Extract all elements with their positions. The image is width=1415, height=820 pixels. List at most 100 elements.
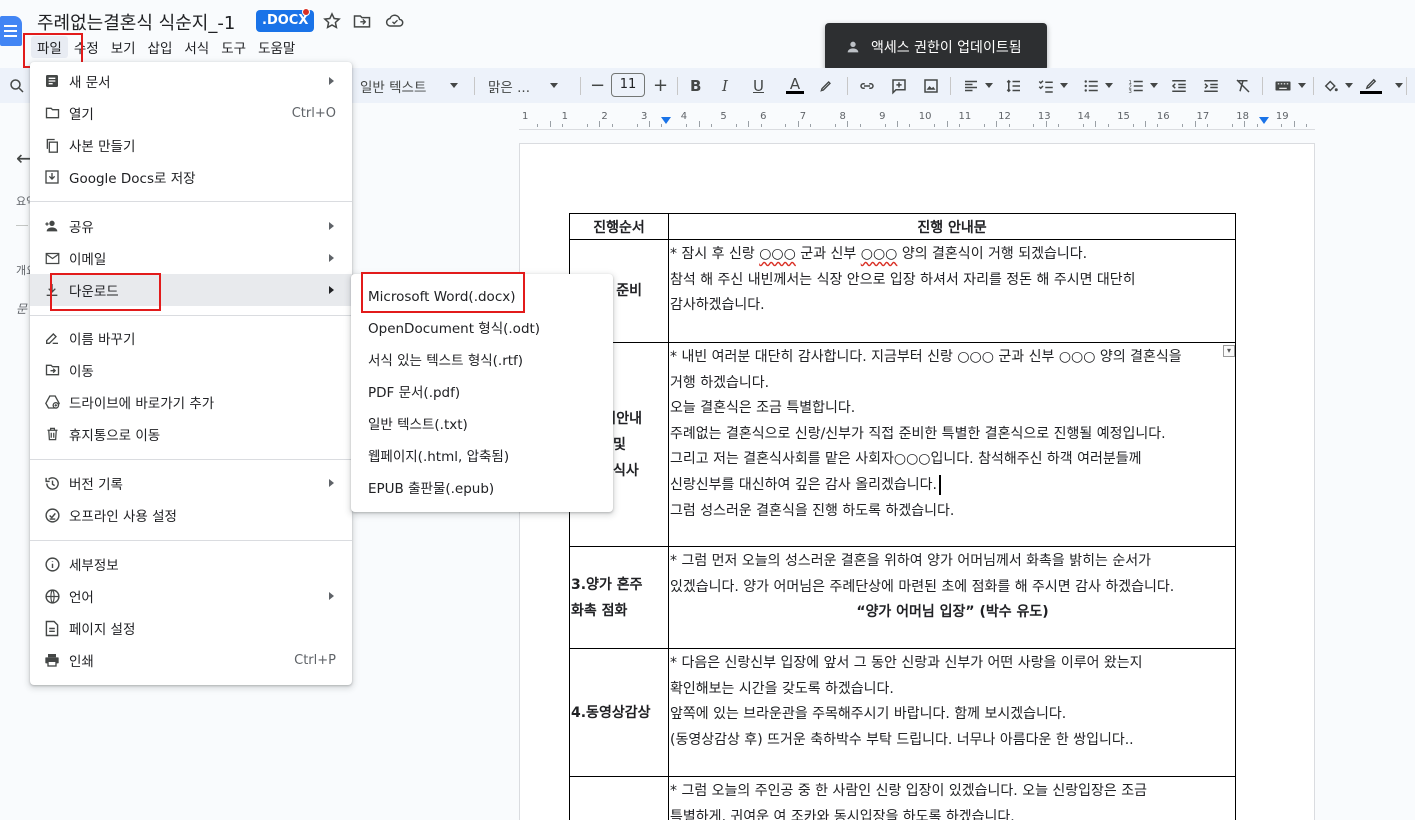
menu-item-email[interactable]: 이메일 xyxy=(30,242,352,274)
table-row[interactable]: 3.양가 혼주 화촉 점화 * 그럼 먼저 오늘의 성스러운 결혼을 위하여 양… xyxy=(569,546,1236,649)
ruler[interactable]: 1 1 2 3 4 5 6 7 8 9 10 11 12 13 14 15 16 17 18 19 xyxy=(519,110,1315,130)
chevron-down-icon[interactable] xyxy=(1390,68,1403,103)
border-color-icon[interactable] xyxy=(1360,68,1382,103)
checklist-icon[interactable] xyxy=(1037,68,1068,103)
menu-item-share[interactable]: 공유 xyxy=(30,210,352,242)
ruler-number: 9 xyxy=(879,111,886,122)
menu-item-page-setup[interactable]: 페이지 설정 xyxy=(30,612,352,644)
table-row[interactable]: 준비 * 잠시 후 신랑 ○○○ 군과 신부 ○○○ 양의 결혼식이 거행 되겠… xyxy=(569,239,1236,343)
download-pdf[interactable]: PDF 문서(.pdf) xyxy=(368,377,460,409)
page-setup-icon xyxy=(42,618,62,638)
document-title[interactable]: 주례없는결혼식 식순지_-1 xyxy=(37,9,235,35)
ruler-tick xyxy=(661,124,663,127)
insert-image-icon[interactable] xyxy=(922,68,940,103)
download-html[interactable]: 웹페이지(.html, 압축됨) xyxy=(368,441,509,473)
line-spacing-icon[interactable] xyxy=(1005,68,1023,103)
cell-menu-icon[interactable]: ▾ xyxy=(1223,345,1235,357)
download-epub[interactable]: EPUB 출판물(.epub) xyxy=(368,473,494,505)
cloud-status-icon[interactable] xyxy=(385,11,405,31)
content-cell[interactable]: * 다음은 신랑신부 입장에 앞서 그 동안 신랑과 신부가 어떤 사랑을 이루… xyxy=(668,648,1236,777)
menu-view[interactable]: 보기 xyxy=(105,36,142,58)
search-menus-icon[interactable] xyxy=(8,68,26,103)
ruler-tick xyxy=(1107,124,1109,127)
ruler-tick xyxy=(686,124,688,127)
content-line: 앞쪽에 있는 브라운관을 주목해주시기 바랍니다. 함께 보시겠습니다. xyxy=(670,706,1067,723)
step-cell[interactable] xyxy=(569,776,669,820)
highlight-pen-icon[interactable] xyxy=(818,68,834,103)
menu-item-print[interactable]: 인쇄 Ctrl+P xyxy=(30,644,352,676)
increase-font-size-button[interactable]: + xyxy=(653,68,668,103)
decrease-indent-icon[interactable] xyxy=(1170,68,1188,103)
download-txt[interactable]: 일반 텍스트(.txt) xyxy=(368,409,468,441)
decrease-font-size-button[interactable]: − xyxy=(590,68,605,103)
menu-item-move[interactable]: 이동 xyxy=(30,354,352,386)
move-folder-icon[interactable] xyxy=(352,11,372,31)
ruler-number: 19 xyxy=(1275,111,1289,122)
menu-item-offline[interactable]: 오프라인 사용 설정 xyxy=(30,499,352,531)
menu-item-version-history[interactable]: 버전 기록 xyxy=(30,467,352,499)
text-color-icon[interactable]: A xyxy=(786,68,804,103)
person-add-icon xyxy=(42,216,62,236)
paragraph-style-value: 일반 텍스트 xyxy=(360,79,427,96)
copy-icon xyxy=(42,135,62,155)
content-cell[interactable]: ▾ * 내빈 여러분 대단히 감사합니다. 지금부터 신랑 ○○○ 군과 신부 … xyxy=(668,342,1236,547)
header-content: 진행 안내문 xyxy=(668,213,1236,240)
menu-format[interactable]: 서식 xyxy=(178,36,215,58)
fill-color-icon[interactable] xyxy=(1322,68,1353,103)
ruler-tick xyxy=(1008,124,1010,127)
numbered-list-icon[interactable]: 123 xyxy=(1127,68,1158,103)
keyboard-icon[interactable] xyxy=(1273,68,1306,103)
font-family-select[interactable]: 맑은 ... xyxy=(488,68,559,103)
bold-icon[interactable]: B xyxy=(690,68,701,103)
content-cell[interactable]: * 그럼 먼저 오늘의 성스러운 결혼을 위하여 양가 어머님께서 화촉을 밝히… xyxy=(668,546,1236,649)
menu-item-open[interactable]: 열기 Ctrl+O xyxy=(30,97,352,129)
content-cell[interactable]: * 잠시 후 신랑 ○○○ 군과 신부 ○○○ 양의 결혼식이 거행 되겠습니다… xyxy=(668,239,1236,343)
ruler-tick xyxy=(636,124,638,127)
ruler-tick xyxy=(537,124,539,127)
document-page[interactable]: 진행순서 진행 안내문 준비 * 잠시 후 신랑 ○○○ 군과 신부 ○○○ 양… xyxy=(519,143,1315,820)
ruler-number: 5 xyxy=(720,111,727,122)
menu-insert[interactable]: 삽입 xyxy=(142,36,179,58)
clear-formatting-icon[interactable] xyxy=(1234,68,1252,103)
menu-item-add-shortcut[interactable]: 드라이브에 바로가기 추가 xyxy=(30,386,352,418)
content-line: 신랑신부를 대신하여 깊은 감사 올리겠습니다. xyxy=(670,473,1235,499)
link-icon[interactable] xyxy=(858,68,876,103)
menu-help[interactable]: 도움말 xyxy=(252,36,301,58)
menu-item-details[interactable]: 세부정보 xyxy=(30,548,352,580)
download-odt[interactable]: OpenDocument 형식(.odt) xyxy=(368,313,540,345)
table-row[interactable]: 4.동영상감상 * 다음은 신랑신부 입장에 앞서 그 동안 신랑과 신부가 어… xyxy=(569,648,1236,777)
menu-item-make-copy[interactable]: 사본 만들기 xyxy=(30,129,352,161)
ruler-tick xyxy=(562,124,564,127)
star-icon[interactable] xyxy=(322,11,342,31)
ruler-tick xyxy=(1058,124,1060,127)
align-icon[interactable] xyxy=(962,68,993,103)
step-cell[interactable]: 3.양가 혼주 화촉 점화 xyxy=(569,546,669,649)
chevron-down-icon xyxy=(450,83,459,88)
notification-dot xyxy=(302,8,310,16)
paragraph-style-select[interactable]: 일반 텍스트 xyxy=(360,68,459,103)
menu-item-save-as-docs[interactable]: Google Docs로 저장 xyxy=(30,161,352,193)
font-size-input[interactable]: 11 xyxy=(611,73,645,97)
menu-item-trash[interactable]: 휴지통으로 이동 xyxy=(30,418,352,450)
docs-logo[interactable] xyxy=(0,16,22,46)
ceremony-table[interactable]: 진행순서 진행 안내문 준비 * 잠시 후 신랑 ○○○ 군과 신부 ○○○ 양… xyxy=(569,213,1236,820)
underline-icon[interactable]: U xyxy=(753,68,764,103)
table-row[interactable]: * 그럼 오늘의 주인공 중 한 사람인 신랑 입장이 있겠습니다. 오늘 신랑… xyxy=(569,776,1236,820)
right-indent-marker[interactable] xyxy=(1259,117,1269,124)
ruler-number: 11 xyxy=(958,111,972,122)
content-cell[interactable]: * 그럼 오늘의 주인공 중 한 사람인 신랑 입장이 있겠습니다. 오늘 신랑… xyxy=(668,776,1236,820)
left-indent-marker[interactable] xyxy=(661,117,671,124)
menu-item-rename[interactable]: 이름 바꾸기 xyxy=(30,322,352,354)
italic-icon[interactable]: I xyxy=(722,68,728,103)
menu-item-new[interactable]: 새 문서 xyxy=(30,65,352,97)
table-row[interactable]: 회안내 및 식사 ▾ * 내빈 여러분 대단히 감사합니다. 지금부터 신랑 ○… xyxy=(569,342,1236,547)
increase-indent-icon[interactable] xyxy=(1202,68,1220,103)
bulleted-list-icon[interactable] xyxy=(1082,68,1113,103)
download-rtf[interactable]: 서식 있는 텍스트 형식(.rtf) xyxy=(368,345,523,377)
ruler-tick xyxy=(810,124,812,127)
ruler-number: 4 xyxy=(680,111,688,122)
menu-item-language[interactable]: 언어 xyxy=(30,580,352,612)
step-cell[interactable]: 4.동영상감상 xyxy=(569,648,669,777)
add-comment-icon[interactable] xyxy=(890,68,908,103)
menu-tools[interactable]: 도구 xyxy=(215,36,252,58)
